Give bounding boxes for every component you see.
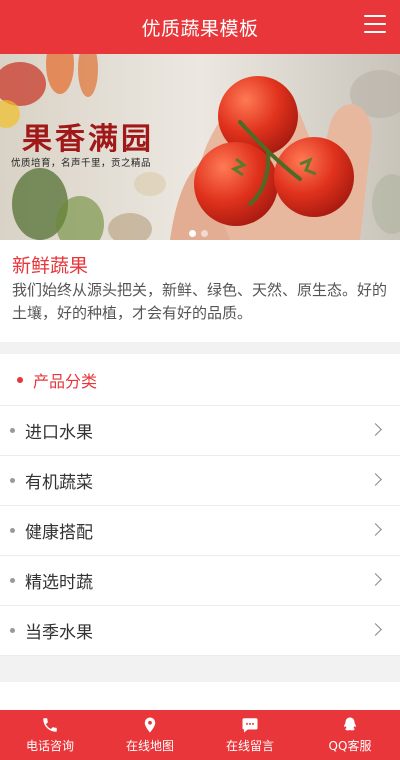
chevron-right-icon bbox=[369, 523, 382, 536]
app-header: 优质蔬果模板 bbox=[0, 0, 400, 54]
bullet-icon bbox=[10, 528, 15, 533]
phone-icon bbox=[43, 718, 57, 732]
category-item-label: 当季水果 bbox=[25, 623, 93, 643]
online-message-button[interactable]: 在线留言 bbox=[200, 710, 300, 760]
chevron-right-icon bbox=[369, 473, 382, 486]
chevron-right-icon bbox=[369, 623, 382, 636]
next-section-strip bbox=[0, 682, 400, 710]
online-map-button[interactable]: 在线地图 bbox=[100, 710, 200, 760]
category-header: 产品分类 bbox=[0, 354, 400, 406]
category-item-healthy-combos[interactable]: 健康搭配 bbox=[0, 506, 400, 556]
banner-title: 果香满园 bbox=[22, 122, 154, 157]
online-map-label: 在线地图 bbox=[125, 739, 174, 753]
category-item-selected-vegetables[interactable]: 精选时蔬 bbox=[0, 556, 400, 606]
hamburger-menu-icon[interactable] bbox=[364, 15, 386, 37]
category-item-label: 有机蔬菜 bbox=[25, 473, 93, 493]
page-title: 优质蔬果模板 bbox=[141, 17, 259, 40]
online-message-label: 在线留言 bbox=[225, 739, 274, 753]
intro-section: 新鲜蔬果 我们始终从源头把关，新鲜、绿色、天然、原生态。好的土壤，好的种植，才会… bbox=[0, 240, 400, 342]
qq-icon bbox=[344, 717, 356, 731]
phone-consult-label: 电话咨询 bbox=[25, 739, 74, 753]
bullet-icon bbox=[10, 628, 15, 633]
category-item-imported-fruit[interactable]: 进口水果 bbox=[0, 406, 400, 456]
map-pin-icon bbox=[144, 717, 156, 733]
phone-consult-button[interactable]: 电话咨询 bbox=[0, 710, 100, 760]
category-title: 产品分类 bbox=[33, 371, 98, 391]
category-item-seasonal-fruit[interactable]: 当季水果 bbox=[0, 606, 400, 656]
carousel-dot-2[interactable] bbox=[201, 230, 208, 237]
category-item-label: 精选时蔬 bbox=[25, 573, 93, 593]
bullet-icon bbox=[10, 428, 15, 433]
chevron-right-icon bbox=[369, 423, 382, 436]
carousel-dots bbox=[189, 230, 208, 237]
intro-title: 新鲜蔬果 bbox=[12, 255, 89, 277]
qq-service-label: QQ客服 bbox=[328, 739, 372, 753]
category-item-organic-vegetables[interactable]: 有机蔬菜 bbox=[0, 456, 400, 506]
chevron-right-icon bbox=[369, 573, 382, 586]
banner-subtitle: 优质培育，名声千里，贡之精品 bbox=[11, 158, 152, 169]
category-section: 产品分类 进口水果 有机蔬菜 健康搭配 精选时蔬 当季水果 bbox=[0, 354, 400, 656]
bullet-icon bbox=[10, 478, 15, 483]
bottom-nav: 电话咨询 在线地图 在线留言 QQ客服 bbox=[0, 710, 400, 760]
hero-banner[interactable]: 果香满园 优质培育，名声千里，贡之精品 bbox=[0, 54, 400, 240]
category-item-label: 健康搭配 bbox=[25, 523, 93, 543]
carousel-dot-1[interactable] bbox=[189, 230, 196, 237]
bullet-icon bbox=[17, 376, 23, 383]
intro-text: 我们始终从源头把关，新鲜、绿色、天然、原生态。好的土壤，好的种植，才会有好的品质… bbox=[12, 281, 388, 322]
qq-service-button[interactable]: QQ客服 bbox=[300, 710, 400, 760]
category-item-label: 进口水果 bbox=[25, 423, 93, 443]
bullet-icon bbox=[10, 578, 15, 583]
chat-bubble-icon bbox=[242, 718, 258, 733]
